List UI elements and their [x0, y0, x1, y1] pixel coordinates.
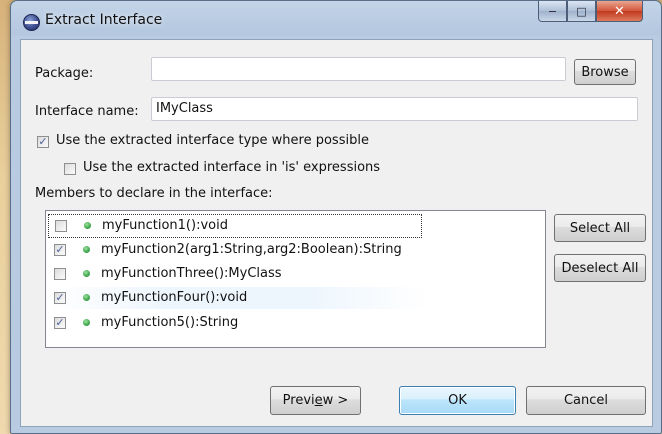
package-input[interactable] — [151, 57, 566, 81]
member-name: myFunctionThree():MyClass — [101, 266, 282, 281]
ok-button[interactable]: OK — [399, 386, 516, 415]
member-checkbox[interactable]: ✓ — [54, 317, 66, 329]
maximize-button[interactable]: □ — [567, 1, 596, 22]
eclipse-app-icon — [23, 14, 40, 31]
member-name: myFunction2(arg1:String,arg2:Boolean):St… — [101, 242, 402, 257]
use-extracted-label[interactable]: Use the extracted interface type where p… — [56, 133, 369, 148]
preview-label-end: w > — [322, 393, 349, 408]
interface-name-label: Interface name: — [35, 104, 139, 119]
window-title: Extract Interface — [45, 12, 163, 28]
deselect-all-button[interactable]: Deselect All — [554, 254, 646, 282]
member-dot-icon — [83, 319, 90, 326]
list-item[interactable]: ✓ myFunction5():String — [48, 312, 543, 334]
package-label: Package: — [35, 66, 94, 81]
maximize-icon: □ — [576, 4, 587, 18]
close-icon: ✕ — [614, 3, 625, 19]
use-in-is-checkbox[interactable] — [64, 163, 76, 175]
list-item[interactable]: ✓ myFunctionFour():void — [48, 287, 428, 309]
minimize-icon: − — [547, 4, 558, 18]
list-item[interactable]: ✓ myFunction2(arg1:String,arg2:Boolean):… — [48, 239, 543, 261]
list-item[interactable]: myFunctionThree():MyClass — [48, 263, 543, 285]
list-item[interactable]: myFunction1():void — [48, 214, 422, 238]
select-all-button[interactable]: Select All — [554, 214, 646, 242]
preview-label-start: Previ — [282, 393, 315, 408]
member-dot-icon — [84, 222, 91, 229]
member-name: myFunctionFour():void — [101, 290, 248, 305]
members-label: Members to declare in the interface: — [35, 186, 273, 201]
use-in-is-label[interactable]: Use the extracted interface in 'is' expr… — [83, 160, 380, 175]
extract-interface-dialog: Extract Interface − □ ✕ Package: Browse … — [10, 0, 662, 434]
dialog-content: Package: Browse Interface name: IMyClass… — [20, 39, 653, 427]
member-dot-icon — [83, 246, 90, 253]
caption-buttons: − □ ✕ — [538, 1, 643, 23]
preview-button[interactable]: Previ e w > — [270, 386, 361, 415]
member-checkbox[interactable] — [55, 220, 67, 232]
browse-button[interactable]: Browse — [574, 59, 636, 85]
cancel-button[interactable]: Cancel — [526, 386, 646, 415]
member-dot-icon — [83, 270, 90, 277]
member-dot-icon — [83, 294, 90, 301]
interface-name-input[interactable]: IMyClass — [151, 97, 638, 121]
close-button[interactable]: ✕ — [596, 1, 643, 22]
preview-mnemonic: e — [314, 393, 323, 408]
title-bar[interactable]: Extract Interface − □ ✕ — [11, 1, 661, 39]
member-name: myFunction5():String — [101, 315, 239, 330]
member-checkbox[interactable]: ✓ — [54, 244, 66, 256]
use-extracted-checkbox[interactable]: ✓ — [37, 136, 49, 148]
member-checkbox[interactable]: ✓ — [54, 292, 66, 304]
member-name: myFunction1():void — [102, 218, 228, 233]
member-checkbox[interactable] — [54, 268, 66, 280]
members-list[interactable]: myFunction1():void ✓ myFunction2(arg1:St… — [45, 210, 546, 348]
minimize-button[interactable]: − — [538, 1, 567, 22]
